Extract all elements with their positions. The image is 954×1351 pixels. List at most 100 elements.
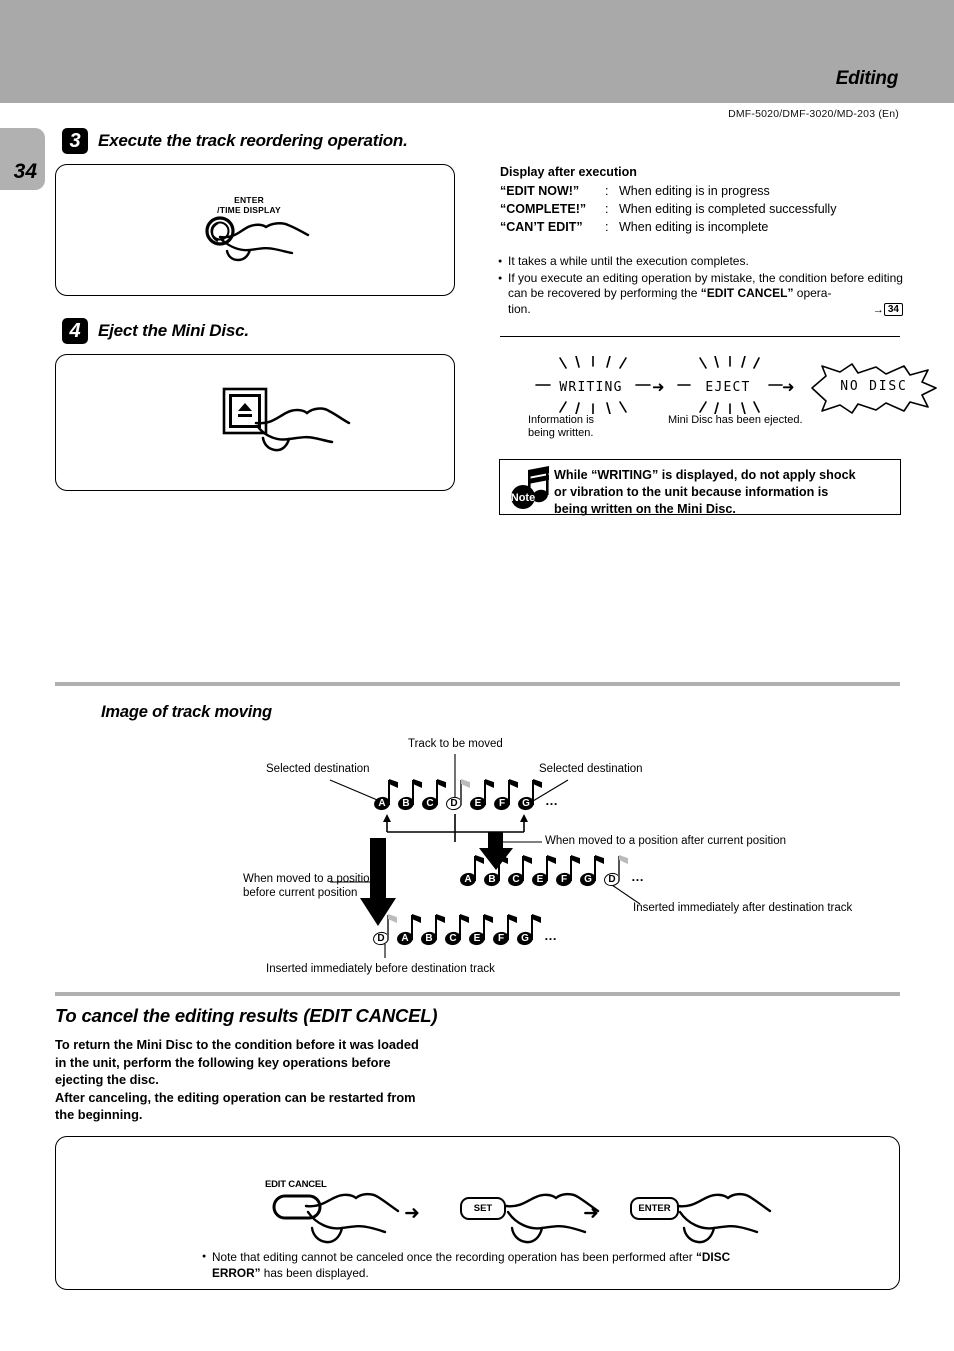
caption-eject-line1: Mini Disc has been ejected. [668, 414, 803, 426]
note-label: F [498, 798, 506, 809]
note-label: C [512, 874, 520, 885]
step-3-illustration-box: ENTER /TIME DISPLAY [55, 164, 455, 296]
label-track-to-be-moved: Track to be moved [408, 738, 503, 750]
row-ellipsis: … [631, 869, 645, 884]
edit-cancel-body-line1: To return the Mini Disc to the condition… [55, 1037, 419, 1052]
label-before-line2: before current position [243, 886, 358, 899]
label-selected-destination-right: Selected destination [539, 763, 643, 775]
note-label: G [584, 874, 592, 885]
note-icon-label: Note [511, 492, 535, 504]
note-label: A [401, 933, 409, 944]
note-bullet-2-post: opera- [793, 286, 832, 300]
edit-cancel-section-rule [55, 992, 900, 996]
right-column-notes: It takes a while until the execution com… [498, 254, 903, 318]
note-label: A [378, 798, 386, 809]
note-B: B [482, 855, 508, 888]
edit-cancel-bottom-note: Note that editing cannot be canceled onc… [202, 1249, 902, 1281]
edit-cancel-body-line3: ejecting the disc. [55, 1072, 159, 1087]
note-label: A [464, 874, 472, 885]
bottom-note-bold1: “DISC [696, 1250, 731, 1264]
label-inserted-before: Inserted immediately before destination … [266, 963, 495, 975]
label-inserted-after: Inserted immediately after destination t… [633, 902, 853, 914]
note-C: C [506, 855, 532, 888]
page-number-tab: 34 [0, 128, 45, 190]
note-label: B [402, 798, 410, 809]
warning-note-box: Note While “WRITING” is displayed, do no… [499, 459, 901, 516]
note-label: D [450, 798, 458, 809]
display-term: “COMPLETE!” [500, 202, 587, 216]
header-band [0, 0, 954, 103]
note-label: E [536, 874, 544, 885]
note-label: F [497, 933, 505, 944]
edit-cancel-key-operations-box: EDIT CANCEL ➜ SET ➜ ENTER Note that edit… [55, 1136, 900, 1290]
note-E: E [467, 914, 493, 947]
display-flash-writing: WRITING [535, 356, 651, 414]
display-flow-diagram: WRITING Information is being written. ➜ [500, 352, 937, 462]
key-flow-arrow-2: ➜ [583, 1203, 599, 1224]
note-label: E [474, 798, 482, 809]
label-before-current-position: When moved to a position before current … [243, 873, 376, 900]
display-desc: When editing is completed successfully [619, 202, 837, 216]
track-moving-section-rule [55, 682, 900, 686]
page-number: 34 [13, 160, 37, 183]
note-A: A [458, 855, 484, 888]
track-row-original: A B C D E F G … [372, 779, 559, 812]
bottom-note-post: has been displayed. [260, 1266, 369, 1280]
page-ref-arrow: → [872, 303, 884, 316]
display-term: “EDIT NOW!” [500, 184, 580, 198]
note-B: B [396, 779, 422, 812]
note-G: G [516, 779, 542, 812]
caption-writing: Information is being written. [528, 414, 594, 440]
note-label: E [473, 933, 481, 944]
note-D-moved: D [371, 914, 397, 947]
note-label: F [560, 874, 568, 885]
track-moving-section-title: Image of track moving [101, 703, 272, 721]
step-4-title: Eject the Mini Disc. [98, 321, 249, 340]
note-F: F [492, 779, 518, 812]
track-moving-diagram: Track to be moved Selected destination S… [0, 730, 954, 1000]
label-before-line1: When moved to a position [243, 873, 376, 885]
flow-arrow-1: ➜ [652, 379, 665, 396]
edit-cancel-body-line2: in the unit, perform the following key o… [55, 1054, 391, 1070]
page-header-title: Editing [835, 68, 899, 89]
model-number-line: DMF-5020/DMF-3020/MD-203 (En) [728, 108, 899, 120]
note-label: C [449, 933, 457, 944]
display-row-complete: “COMPLETE!”: When editing is completed su… [500, 202, 836, 216]
round-key-with-hand-icon [205, 216, 310, 262]
label-after-current-position: When moved to a position after current p… [545, 835, 786, 847]
note-F: F [491, 914, 517, 947]
note-A: A [395, 914, 421, 947]
note-bullet-1: It takes a while until the execution com… [498, 254, 903, 270]
display-desc: When editing is incomplete [619, 220, 769, 234]
enter-key-label-line2: /TIME DISPLAY [217, 205, 281, 215]
note-label: D [377, 933, 385, 944]
caption-eject: Mini Disc has been ejected. [668, 414, 803, 427]
edit-cancel-body-line5: the beginning. [55, 1107, 143, 1122]
edit-cancel-bottom-note-text: Note that editing cannot be canceled onc… [202, 1249, 902, 1281]
edit-cancel-body-line4: After canceling, the editing operation c… [55, 1089, 416, 1105]
track-row-moved-after: A B C E F G D … [458, 855, 645, 888]
right-column-divider [500, 336, 900, 337]
track-row-moved-before: D A B C E F G … [371, 914, 558, 947]
note-label: D [608, 874, 616, 885]
caption-writing-line1: Information is [528, 414, 595, 426]
note-bullet-2-bold: “EDIT CANCEL” [700, 286, 794, 300]
note-label: B [488, 874, 496, 885]
note-C: C [443, 914, 469, 947]
display-text-eject: EJECT [705, 380, 751, 395]
page-reference: → 34 [873, 302, 903, 319]
warning-note-line1: While “WRITING” is displayed, do not app… [554, 468, 856, 482]
note-F: F [554, 855, 580, 888]
display-colon: : [605, 220, 609, 234]
note-bullet-2-line3: tion. [508, 301, 531, 316]
display-term: “CAN’T EDIT” [500, 220, 583, 234]
step-3-heading: 3 Execute the track reordering operation. [62, 128, 408, 154]
note-bullet-2: If you execute an editing operation by m… [498, 271, 903, 318]
edit-cancel-section-title: To cancel the editing results (EDIT CANC… [55, 1005, 438, 1026]
note-E: E [468, 779, 494, 812]
edit-cancel-body: To return the Mini Disc to the condition… [55, 1036, 455, 1124]
note-G: G [578, 855, 604, 888]
display-flash-no-disc: NO DISC [806, 360, 942, 414]
row-ellipsis: … [545, 793, 559, 808]
key-flow-arrow-1: ➜ [404, 1203, 420, 1224]
